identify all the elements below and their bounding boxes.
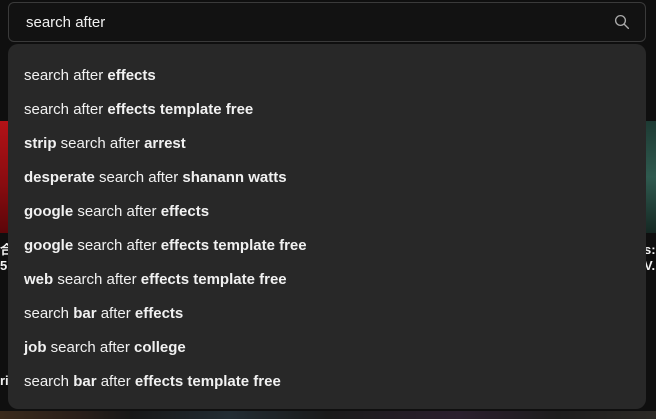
search-suggestion[interactable]: google search after effects [8,195,646,229]
search-suggestion[interactable]: google search after effects template fre… [8,229,646,263]
search-box[interactable] [8,2,646,42]
search-icon[interactable] [613,13,631,31]
suggestion-query-text: search after [24,67,108,84]
video-title-fragment[interactable]: ri [0,374,8,388]
search-suggestion[interactable]: job search after college [8,331,646,365]
search-input[interactable] [26,12,586,32]
search-suggestion[interactable]: search bar after effects [8,297,646,331]
suggestion-completion-text: web [24,271,54,288]
search-suggestion[interactable]: desperate search after shanann watts [8,161,646,195]
suggestion-completion-text: desperate [24,169,95,186]
suggestion-completion-text: effects template free [160,237,307,254]
suggestion-completion-text: effects template free [140,271,287,288]
search-suggestion[interactable]: search after effects [8,59,646,93]
suggestion-query-text: after [96,305,135,322]
suggestion-query-text: search after [73,203,161,220]
video-thumbnail-row[interactable] [0,411,656,419]
search-suggestion[interactable]: strip search after arrest [8,127,646,161]
search-suggestion[interactable]: search after effects template free [8,93,646,127]
suggestion-query-text: after [96,373,135,390]
suggestion-completion-text: college [134,339,186,356]
suggestion-query-text: search after [24,101,108,118]
suggestion-completion-text: job [24,339,47,356]
suggestion-completion-text: effects [107,67,156,84]
suggestion-query-text: search after [56,135,145,152]
search-suggestion[interactable]: search bar after effects template free [8,365,646,399]
suggestion-completion-text: effects [160,203,210,220]
suggestion-completion-text: effects template free [107,101,254,118]
suggestion-query-text: search [24,305,74,322]
suggestion-completion-text: arrest [144,135,186,152]
suggestion-completion-text: shanann watts [182,169,287,186]
suggestion-completion-text: strip [24,135,57,152]
suggestion-completion-text: google [24,237,74,254]
search-suggestions-dropdown: search after effects search after effects… [8,44,646,409]
suggestion-completion-text: bar [73,305,97,322]
suggestion-query-text: search after [46,339,135,356]
suggestion-query-text: search after [73,237,161,254]
suggestion-query-text: search after [53,271,141,288]
suggestion-query-text: search [24,373,74,390]
suggestion-completion-text: effects template free [134,373,281,390]
suggestion-query-text: search after [94,169,183,186]
suggestion-completion-text: google [24,203,74,220]
suggestion-completion-text: bar [73,373,97,390]
search-suggestion[interactable]: web search after effects template free [8,263,646,297]
suggestion-completion-text: effects [134,305,184,322]
